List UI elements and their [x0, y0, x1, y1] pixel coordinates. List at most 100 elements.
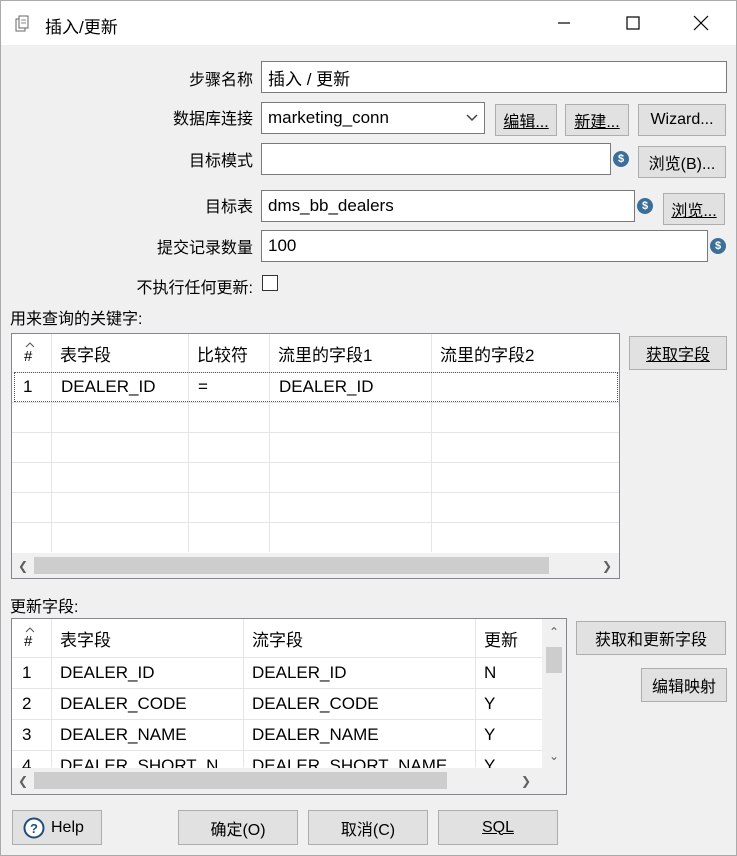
help-label: Help [51, 818, 84, 836]
help-button[interactable]: ? Help [12, 810, 102, 845]
scroll-right-icon[interactable]: ❯ [517, 768, 535, 794]
edit-connection-label: 编辑... [503, 114, 549, 131]
table-row[interactable]: 3 DEALER_NAME DEALER_NAME Y [12, 720, 542, 750]
variable-icon: $ [613, 151, 629, 167]
ok-button[interactable]: 确定(O) [178, 810, 298, 845]
update-row-table-field: DEALER_ID [60, 663, 155, 682]
browse-schema-label: 浏览(B)... [648, 156, 716, 173]
scroll-left-icon[interactable]: ❮ [14, 768, 32, 794]
keys-col-index-label: # [24, 347, 33, 365]
target-schema-input[interactable] [261, 143, 611, 175]
cancel-button[interactable]: 取消(C) [308, 810, 428, 845]
get-update-fields-label: 获取和更新字段 [594, 632, 707, 649]
update-row-table-field: DEALER_NAME [60, 725, 187, 744]
commit-size-input[interactable]: 100 [261, 230, 708, 262]
scroll-down-icon[interactable]: ⌄ [542, 747, 566, 765]
table-row[interactable]: 1 DEALER_ID DEALER_ID N [12, 658, 542, 688]
edit-mapping-button[interactable]: 编辑映射 [641, 668, 727, 702]
keys-col-index: # [14, 334, 50, 372]
scroll-thumb[interactable] [34, 772, 447, 789]
scroll-thumb[interactable] [34, 557, 549, 574]
close-button[interactable] [678, 5, 724, 41]
update-col-table-field: 表字段 [60, 630, 111, 650]
browse-table-button[interactable]: 浏览... [663, 193, 725, 225]
variable-icon: $ [710, 238, 726, 254]
update-row-index: 4 [22, 756, 32, 768]
update-section-label: 更新字段: [10, 599, 79, 616]
dialog-window: 插入/更新 步骤名称 插入 / 更新 数据库连接 marketing_conn … [0, 0, 737, 856]
scroll-left-icon[interactable]: ❮ [14, 553, 32, 578]
keys-row-comparator: = [198, 377, 208, 396]
step-icon [13, 14, 31, 34]
minimize-button[interactable] [541, 5, 587, 41]
get-fields-button[interactable]: 获取字段 [629, 336, 727, 370]
update-row-stream-field: DEALER_ID [252, 663, 347, 682]
keys-table[interactable]: # 表字段 比较符 流里的字段1 流里的字段2 1 DEALER_ID = DE… [11, 333, 620, 579]
update-col-index: # [14, 619, 50, 657]
keys-horizontal-scrollbar[interactable]: ❮ ❯ [12, 553, 619, 578]
update-row-stream-field: DEALER_NAME [252, 725, 379, 744]
new-connection-button[interactable]: 新建... [565, 104, 629, 136]
close-icon [693, 15, 709, 31]
update-row-index: 1 [22, 663, 32, 682]
update-row-stream-field: DEALER_SHORT_NAME [252, 756, 448, 768]
edit-connection-button[interactable]: 编辑... [495, 104, 557, 136]
scroll-thumb[interactable] [546, 647, 562, 673]
new-connection-label: 新建... [574, 114, 620, 131]
update-row-table-field: DEALER_CODE [60, 694, 187, 713]
db-connection-select[interactable]: marketing_conn [261, 102, 485, 134]
scroll-up-icon[interactable]: ⌃ [542, 623, 566, 641]
svg-text:?: ? [30, 821, 38, 836]
title-bar: 插入/更新 [1, 1, 736, 45]
minimize-icon [558, 22, 570, 24]
sql-button[interactable]: SQL [438, 810, 558, 845]
target-table-label: 目标表 [204, 199, 253, 216]
target-table-input[interactable]: dms_bb_dealers [261, 190, 635, 222]
no-update-label: 不执行任何更新: [136, 280, 253, 297]
keys-col-comparator: 比较符 [197, 345, 248, 365]
maximize-button[interactable] [610, 5, 656, 41]
cancel-label: 取消(C) [340, 821, 396, 839]
wizard-button[interactable]: Wizard... [638, 104, 726, 136]
chevron-down-icon [466, 114, 478, 122]
get-update-fields-button[interactable]: 获取和更新字段 [576, 621, 726, 655]
keys-row-index: 1 [23, 377, 33, 396]
update-row-table-field: DEALER_SHORT_N [60, 756, 219, 768]
ok-label: 确定(O) [210, 821, 266, 839]
update-vertical-scrollbar[interactable]: ⌃ ⌄ [542, 619, 566, 768]
browse-schema-button[interactable]: 浏览(B)... [638, 146, 726, 178]
keys-section-label: 用来查询的关键字: [10, 311, 143, 328]
get-fields-label: 获取字段 [645, 347, 710, 364]
update-table[interactable]: # 表字段 流字段 更新 1 DEALER_ID DEALER_ID N 2 D… [11, 618, 567, 795]
edit-mapping-label: 编辑映射 [651, 679, 716, 696]
help-icon: ? [23, 817, 45, 838]
update-row-stream-field: DEALER_CODE [252, 694, 379, 713]
step-name-input[interactable]: 插入 / 更新 [261, 61, 727, 93]
keys-col-table-field: 表字段 [60, 345, 111, 365]
table-row[interactable]: 1 DEALER_ID = DEALER_ID [14, 372, 618, 402]
update-row-update: Y [484, 756, 496, 768]
update-row-index: 2 [22, 694, 32, 713]
window-title: 插入/更新 [45, 18, 118, 37]
keys-row-table-field: DEALER_ID [61, 377, 156, 396]
scroll-right-icon[interactable]: ❯ [598, 553, 616, 578]
keys-table-header: # 表字段 比较符 流里的字段1 流里的字段2 [12, 334, 619, 373]
db-connection-label: 数据库连接 [172, 111, 253, 128]
table-row[interactable]: 2 DEALER_CODE DEALER_CODE Y [12, 689, 542, 719]
update-row-update: N [484, 663, 497, 682]
target-schema-label: 目标模式 [188, 153, 253, 170]
update-col-index-label: # [24, 632, 33, 650]
keys-row-stream-field2 [433, 373, 618, 401]
sql-label: SQL [481, 818, 514, 836]
update-col-update: 更新 [484, 630, 518, 650]
table-row[interactable]: 4 DEALER_SHORT_N DEALER_SHORT_NAME Y [12, 751, 542, 768]
keys-row-stream-field1: DEALER_ID [279, 377, 374, 396]
update-row-index: 3 [22, 725, 32, 744]
browse-table-label: 浏览... [671, 203, 717, 220]
no-update-checkbox[interactable] [262, 275, 278, 291]
update-row-update: Y [484, 725, 496, 744]
update-horizontal-scrollbar[interactable]: ❮ ❯ [12, 768, 566, 794]
db-connection-value: marketing_conn [268, 108, 389, 127]
commit-size-label: 提交记录数量 [156, 240, 253, 257]
wizard-label: Wizard... [650, 111, 714, 128]
